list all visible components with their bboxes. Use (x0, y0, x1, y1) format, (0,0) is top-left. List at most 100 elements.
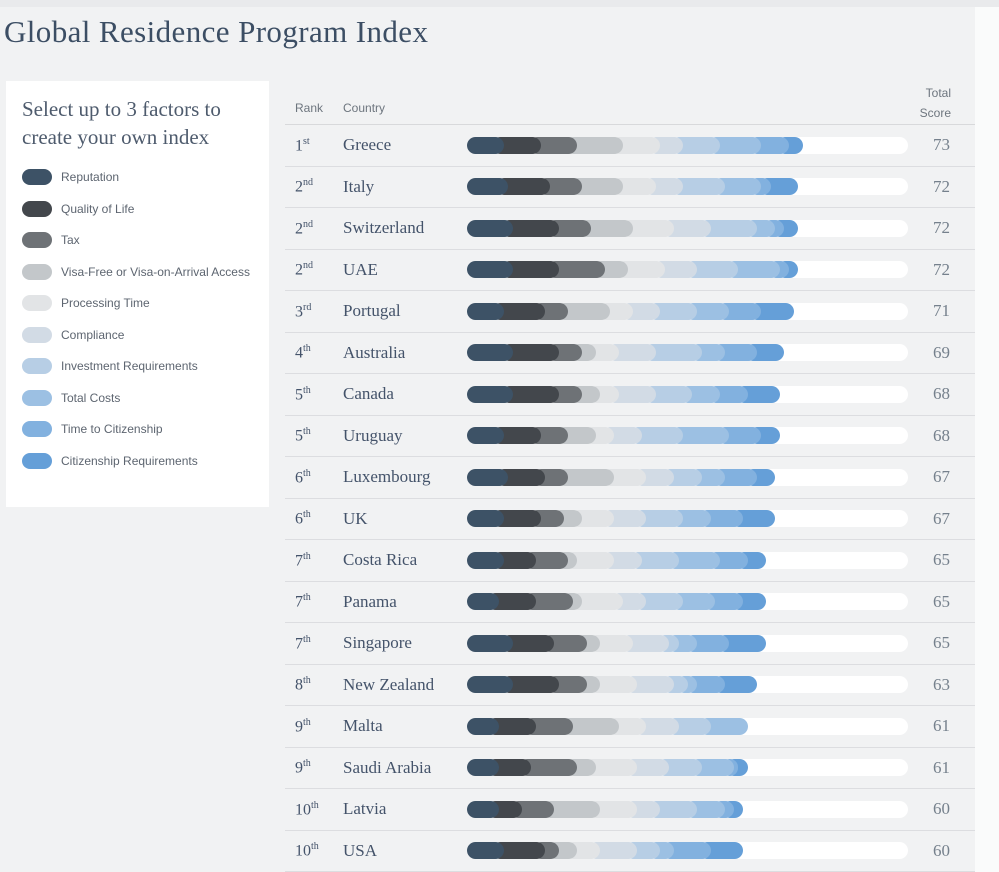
total-score-cell: 65 (933, 592, 975, 612)
score-bar-track (467, 178, 908, 195)
table-row[interactable]: 2ndSwitzerland72 (285, 208, 975, 250)
country-cell: Italy (343, 177, 467, 197)
factor-option-tax[interactable]: Tax (22, 232, 253, 248)
country-cell: Australia (343, 343, 467, 363)
rank-cell: 5th (285, 385, 343, 404)
factor-swatch-icon (22, 264, 52, 280)
score-bar-track (467, 676, 908, 693)
rank-cell: 6th (285, 509, 343, 528)
factor-option-processing-time[interactable]: Processing Time (22, 295, 253, 311)
score-bar-track (467, 759, 908, 776)
country-cell: Singapore (343, 633, 467, 653)
total-score-cell: 68 (933, 384, 975, 404)
bar-segment-reputation (467, 552, 504, 569)
country-cell: Costa Rica (343, 550, 467, 570)
factor-panel-heading: Select up to 3 factors to create your ow… (22, 96, 253, 151)
page-title: Global Residence Program Index (4, 14, 428, 50)
table-row[interactable]: 6thLuxembourg67 (285, 457, 975, 499)
table-body: 1stGreece 73 2nd Italy 72 2ndSwitzerland722nd… (285, 125, 975, 872)
table-row[interactable]: 5thCanada 68 (285, 374, 975, 416)
column-header-rank: Rank (295, 101, 323, 115)
total-score-cell: 60 (933, 841, 975, 861)
total-score-cell: 71 (933, 301, 975, 321)
factor-swatch-icon (22, 327, 52, 343)
total-score-cell: 60 (933, 799, 975, 819)
factor-swatch-icon (22, 201, 52, 217)
bar-segment-reputation (467, 344, 513, 361)
column-header-total-score: Total Score (907, 84, 951, 124)
factor-option-citizenship-requirements[interactable]: Citizenship Requirements (22, 453, 253, 469)
bar-segment-reputation (467, 593, 499, 610)
score-bar-track (467, 593, 908, 610)
rank-cell: 2nd (285, 260, 343, 279)
country-cell: New Zealand (343, 675, 467, 695)
factor-swatch-icon (22, 358, 52, 374)
rank-cell: 1st (285, 136, 343, 155)
bar-segment-reputation (467, 178, 508, 195)
rank-cell: 10th (285, 800, 343, 819)
country-cell: UAE (343, 260, 467, 280)
rank-cell: 9th (285, 717, 343, 736)
factor-swatch-icon (22, 421, 52, 437)
score-bar-track (467, 510, 908, 527)
page-right-margin (975, 7, 999, 872)
table-row[interactable]: 10thUSA60 (285, 831, 975, 872)
table-row[interactable]: 7thPanama65 (285, 582, 975, 624)
bar-segment-reputation (467, 427, 504, 444)
total-score-cell: 72 (933, 177, 975, 197)
total-score-cell: 61 (933, 716, 975, 736)
factor-label: Reputation (61, 170, 119, 184)
total-score-cell: 68 (933, 426, 975, 446)
total-score-cell: 72 (933, 260, 975, 280)
country-cell: Canada (343, 384, 467, 404)
table-row[interactable]: 6thUK67 (285, 499, 975, 541)
score-bar-track (467, 303, 908, 320)
table-row[interactable]: 2ndItaly72 (285, 167, 975, 209)
total-score-cell: 61 (933, 758, 975, 778)
rank-cell: 6th (285, 468, 343, 487)
score-bar-track (467, 386, 908, 403)
table-row[interactable]: 3rdPortugal 71 (285, 291, 975, 333)
table-row[interactable]: 7thSingapore65 (285, 623, 975, 665)
bar-segment-reputation (467, 137, 504, 154)
country-cell: Greece (343, 135, 467, 155)
table-row[interactable]: 10thLatvia60 (285, 789, 975, 831)
bar-segment-reputation (467, 510, 504, 527)
bar-segment-reputation (467, 303, 504, 320)
table-row[interactable]: 9thSaudi Arabia61 (285, 748, 975, 790)
total-score-cell: 73 (933, 135, 975, 155)
factor-label: Tax (61, 233, 80, 247)
rank-cell: 10th (285, 841, 343, 860)
table-row[interactable]: 5thUruguay68 (285, 416, 975, 458)
factor-option-investment-requirements[interactable]: Investment Requirements (22, 358, 253, 374)
factor-option-quality-of-life[interactable]: Quality of Life (22, 201, 253, 217)
table-row[interactable]: 9thMalta61 (285, 706, 975, 748)
factor-label: Total Costs (61, 391, 120, 405)
country-cell: Portugal (343, 301, 467, 321)
factor-label: Investment Requirements (61, 359, 198, 373)
factor-label: Citizenship Requirements (61, 454, 198, 468)
table-row[interactable]: 2ndUAE 72 (285, 250, 975, 292)
table-row[interactable]: 7thCosta Rica65 (285, 540, 975, 582)
score-bar-track (467, 137, 908, 154)
country-cell: UK (343, 509, 467, 529)
factor-option-reputation[interactable]: Reputation (22, 169, 253, 185)
rank-cell: 3rd (285, 302, 343, 321)
bar-segment-reputation (467, 718, 499, 735)
table-row[interactable]: 4thAustralia69 (285, 333, 975, 375)
table-row[interactable]: 1stGreece 73 (285, 125, 975, 167)
factor-option-total-costs[interactable]: Total Costs (22, 390, 253, 406)
rank-cell: 4th (285, 343, 343, 362)
factor-label: Processing Time (61, 296, 150, 310)
country-cell: Uruguay (343, 426, 467, 446)
bar-segment-reputation (467, 220, 513, 237)
bar-segment-reputation (467, 759, 499, 776)
factor-option-visa-free-or-visa-on-arrival-access[interactable]: Visa-Free or Visa-on-Arrival Access (22, 264, 253, 280)
factor-option-time-to-citizenship[interactable]: Time to Citizenship (22, 421, 253, 437)
country-cell: Saudi Arabia (343, 758, 467, 778)
table-row[interactable]: 8thNew Zealand63 (285, 665, 975, 707)
country-cell: Luxembourg (343, 467, 467, 487)
factor-swatch-icon (22, 453, 52, 469)
factor-option-compliance[interactable]: Compliance (22, 327, 253, 343)
score-bar-track (467, 635, 908, 652)
